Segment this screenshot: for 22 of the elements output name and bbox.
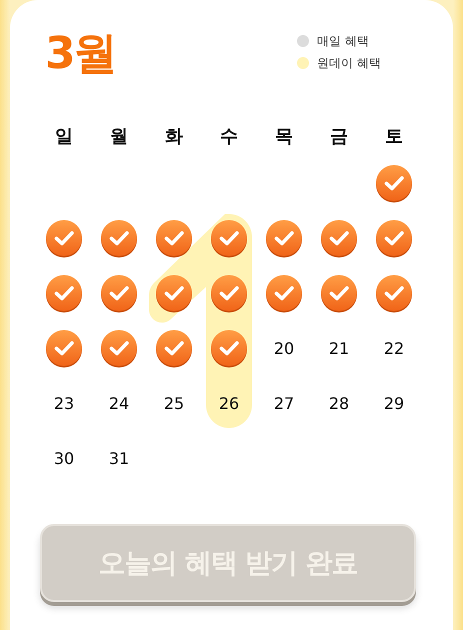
day-number: 20 <box>274 339 294 358</box>
day-number: 26 <box>218 394 240 413</box>
weekday-label: 월 <box>109 125 129 149</box>
legend-label: 원데이 혜택 <box>317 54 381 72</box>
weekday-label: 화 <box>164 125 184 149</box>
day-number: 24 <box>108 394 130 413</box>
day-number: 27 <box>274 394 294 413</box>
weekday-label: 수 <box>219 125 239 149</box>
day-number: 30 <box>54 449 74 468</box>
day-number: 22 <box>384 339 404 358</box>
day-number: 25 <box>164 394 184 413</box>
day-number: 23 <box>54 394 74 413</box>
weekday-label: 금 <box>329 125 349 149</box>
month-title: 3월 <box>45 32 116 80</box>
day-number: 31 <box>108 449 130 468</box>
day-number: 21 <box>328 339 350 358</box>
weekday-label: 목 <box>274 125 294 149</box>
legend-label: 매일 혜택 <box>317 32 369 50</box>
weekday-label: 일 <box>54 125 74 149</box>
day-number: 29 <box>384 394 404 413</box>
weekday-label: 토 <box>384 125 404 149</box>
day-number: 28 <box>328 394 350 413</box>
